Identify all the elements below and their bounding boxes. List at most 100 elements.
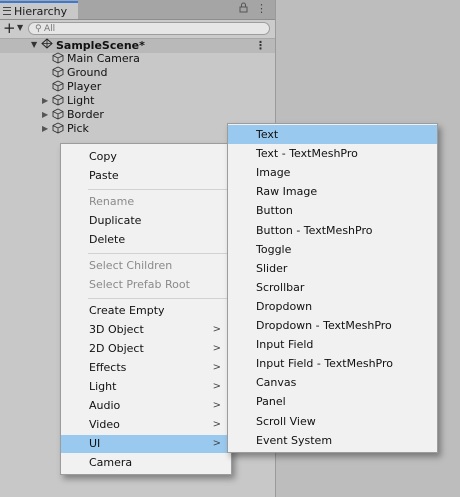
submenu-item-dropdown-textmeshpro[interactable]: Dropdown - TextMeshPro: [228, 316, 437, 335]
menu-item-label: Duplicate: [89, 214, 142, 227]
menu-item-audio[interactable]: Audio >: [61, 397, 231, 415]
submenu-item-button[interactable]: Button: [228, 201, 437, 220]
menu-item-2d-object[interactable]: 2D Object >: [61, 340, 231, 358]
submenu-item-label: Dropdown - TextMeshPro: [256, 319, 392, 332]
chevron-right-icon: >: [212, 419, 221, 430]
submenu-item-input-field[interactable]: Input Field: [228, 335, 437, 354]
expand-arrow-icon[interactable]: ▶: [42, 122, 48, 136]
hierarchy-item[interactable]: ▶ Pick: [42, 122, 89, 136]
menu-item-label: Effects: [89, 361, 127, 374]
submenu-item-label: Input Field: [256, 338, 314, 352]
expand-arrow-icon[interactable]: ▶: [42, 108, 48, 122]
submenu-item-panel[interactable]: Panel: [228, 392, 437, 411]
gameobject-cube-icon: [52, 66, 64, 80]
hierarchy-item[interactable]: Main Camera: [52, 52, 140, 66]
hierarchy-item[interactable]: ▶ Border: [42, 108, 104, 122]
scene-options-icon[interactable]: ⋮: [255, 39, 266, 52]
menu-separator: [88, 298, 229, 299]
gameobject-cube-icon: [52, 94, 64, 108]
submenu-item-image[interactable]: Image: [228, 163, 437, 182]
add-button[interactable]: +: [3, 20, 16, 37]
menu-item-duplicate[interactable]: Duplicate: [61, 212, 231, 230]
expand-arrow-icon[interactable]: ▶: [42, 94, 48, 108]
kebab-menu-icon[interactable]: ⋮: [256, 2, 267, 16]
menu-item-copy[interactable]: Copy: [61, 148, 231, 166]
submenu-item-scroll-view[interactable]: Scroll View: [228, 412, 437, 431]
expand-arrow-icon[interactable]: ▼: [31, 40, 37, 49]
menu-item-delete[interactable]: Delete: [61, 231, 231, 249]
search-icon: ⚲: [35, 24, 42, 34]
submenu-item-text[interactable]: Text: [228, 125, 437, 144]
submenu-item-label: Event System: [256, 433, 333, 447]
hierarchy-item-label: Border: [67, 108, 104, 121]
submenu-item-label: Panel: [256, 395, 286, 409]
search-input[interactable]: [44, 23, 244, 34]
menu-item-ui[interactable]: UI >: [61, 435, 231, 453]
submenu-item-input-field-textmeshpro[interactable]: Input Field - TextMeshPro: [228, 354, 437, 373]
menu-item-label: Copy: [89, 150, 117, 163]
submenu-item-label: Canvas: [256, 376, 297, 390]
chevron-right-icon: >: [212, 343, 221, 354]
menu-item-create-empty[interactable]: Create Empty: [61, 302, 231, 320]
menu-separator: [88, 253, 229, 254]
menu-item-label: Light: [89, 380, 117, 393]
hierarchy-item[interactable]: Player: [52, 80, 101, 94]
submenu-item-label: Image: [256, 166, 291, 180]
gameobject-cube-icon: [52, 80, 64, 94]
hierarchy-item-label: Light: [67, 94, 95, 107]
menu-item-light[interactable]: Light >: [61, 378, 231, 396]
submenu-item-label: Text: [256, 128, 279, 141]
menu-item-label: UI: [89, 437, 101, 450]
submenu-item-label: Button: [256, 204, 293, 218]
menu-item-label: Rename: [89, 195, 135, 208]
chevron-down-icon[interactable]: ▼: [17, 23, 23, 32]
chevron-right-icon: >: [212, 324, 221, 335]
menu-item-label: 3D Object: [89, 323, 144, 336]
submenu-item-dropdown[interactable]: Dropdown: [228, 297, 437, 316]
menu-item-label: Delete: [89, 233, 126, 246]
lock-icon[interactable]: [239, 2, 248, 16]
scene-row[interactable]: ▼ SampleScene* ⋮: [0, 38, 275, 53]
submenu-item-canvas[interactable]: Canvas: [228, 373, 437, 392]
submenu-item-label: Button - TextMeshPro: [256, 223, 373, 237]
menu-item-label: Create Empty: [89, 304, 165, 317]
submenu-item-button-textmeshpro[interactable]: Button - TextMeshPro: [228, 221, 437, 240]
tab-hierarchy[interactable]: Hierarchy: [0, 1, 78, 19]
submenu-item-label: Toggle: [256, 242, 292, 256]
menu-item-rename: Rename: [61, 193, 231, 211]
menu-item-label: 2D Object: [89, 342, 144, 355]
chevron-right-icon: >: [212, 362, 221, 373]
submenu-item-slider[interactable]: Slider: [228, 259, 437, 278]
menu-item-paste[interactable]: Paste: [61, 167, 231, 185]
menu-item-label: Video: [89, 418, 120, 431]
menu-item-effects[interactable]: Effects >: [61, 359, 231, 377]
hierarchy-toolbar: + ▼ ⚲: [0, 20, 275, 39]
submenu-item-label: Scroll View: [256, 414, 316, 428]
tab-title: Hierarchy: [14, 4, 68, 18]
hierarchy-item-label: Main Camera: [67, 52, 140, 65]
submenu-item-event-system[interactable]: Event System: [228, 431, 437, 450]
submenu-item-label: Slider: [256, 261, 288, 275]
menu-item-label: Paste: [89, 169, 119, 182]
hierarchy-item[interactable]: ▶ Light: [42, 94, 95, 108]
submenu-item-raw-image[interactable]: Raw Image: [228, 182, 437, 201]
menu-item-3d-object[interactable]: 3D Object >: [61, 321, 231, 339]
submenu-item-label: Dropdown: [256, 299, 313, 313]
hierarchy-item[interactable]: Ground: [52, 66, 107, 80]
list-icon: [3, 7, 11, 15]
menu-item-camera[interactable]: Camera: [61, 454, 231, 472]
gameobject-cube-icon: [52, 108, 64, 122]
menu-separator: [88, 189, 229, 190]
submenu-item-label: Raw Image: [256, 185, 318, 199]
submenu-item-label: Input Field - TextMeshPro: [256, 357, 393, 371]
tab-bar: Hierarchy ⋮: [0, 0, 275, 20]
menu-item-video[interactable]: Video >: [61, 416, 231, 434]
submenu-item-text-textmeshpro[interactable]: Text - TextMeshPro: [228, 144, 437, 163]
menu-item-label: Select Children: [89, 259, 173, 272]
submenu-item-scrollbar[interactable]: Scrollbar: [228, 278, 437, 297]
context-menu: Copy Paste Rename Duplicate Delete Select Chi…: [60, 143, 232, 475]
unity-scene-icon: [41, 38, 53, 52]
ui-submenu: Text Text - TextMeshPro Image Raw Image Butt…: [227, 123, 438, 453]
submenu-item-toggle[interactable]: Toggle: [228, 240, 437, 259]
search-field[interactable]: ⚲: [28, 22, 270, 35]
